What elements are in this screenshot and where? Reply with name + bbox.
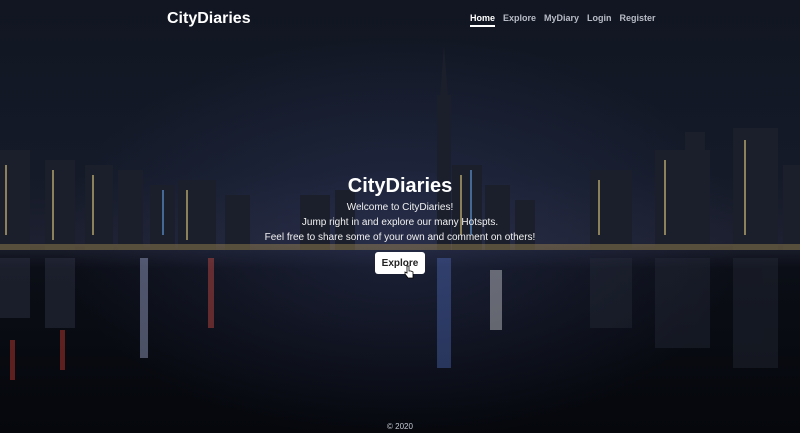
nav-links: Home Explore MyDiary Login Register [470, 13, 656, 27]
hero-share-text: Feel free to share some of your own and … [264, 232, 536, 243]
brand-logo[interactable]: CityDiaries [167, 10, 251, 28]
footer-copyright: © 2020 [387, 422, 413, 431]
nav-link-explore[interactable]: Explore [503, 13, 536, 27]
hero-content: CityDiaries Welcome to CityDiaries! Jump… [0, 175, 800, 243]
nav-link-mydiary[interactable]: MyDiary [544, 13, 579, 27]
explore-button[interactable]: Explore [375, 252, 425, 274]
nav-link-home[interactable]: Home [470, 13, 496, 27]
hero-explore-text: Jump right in and explore our many Hotsp… [301, 217, 499, 228]
hand-cursor-icon [404, 265, 414, 279]
hero-title: CityDiaries [347, 175, 453, 197]
navbar: CityDiaries Home Explore MyDiary Login R… [0, 8, 800, 32]
nav-link-register[interactable]: Register [620, 13, 656, 27]
nav-link-login[interactable]: Login [587, 13, 612, 27]
hero-welcome-text: Welcome to CityDiaries! [346, 202, 454, 213]
